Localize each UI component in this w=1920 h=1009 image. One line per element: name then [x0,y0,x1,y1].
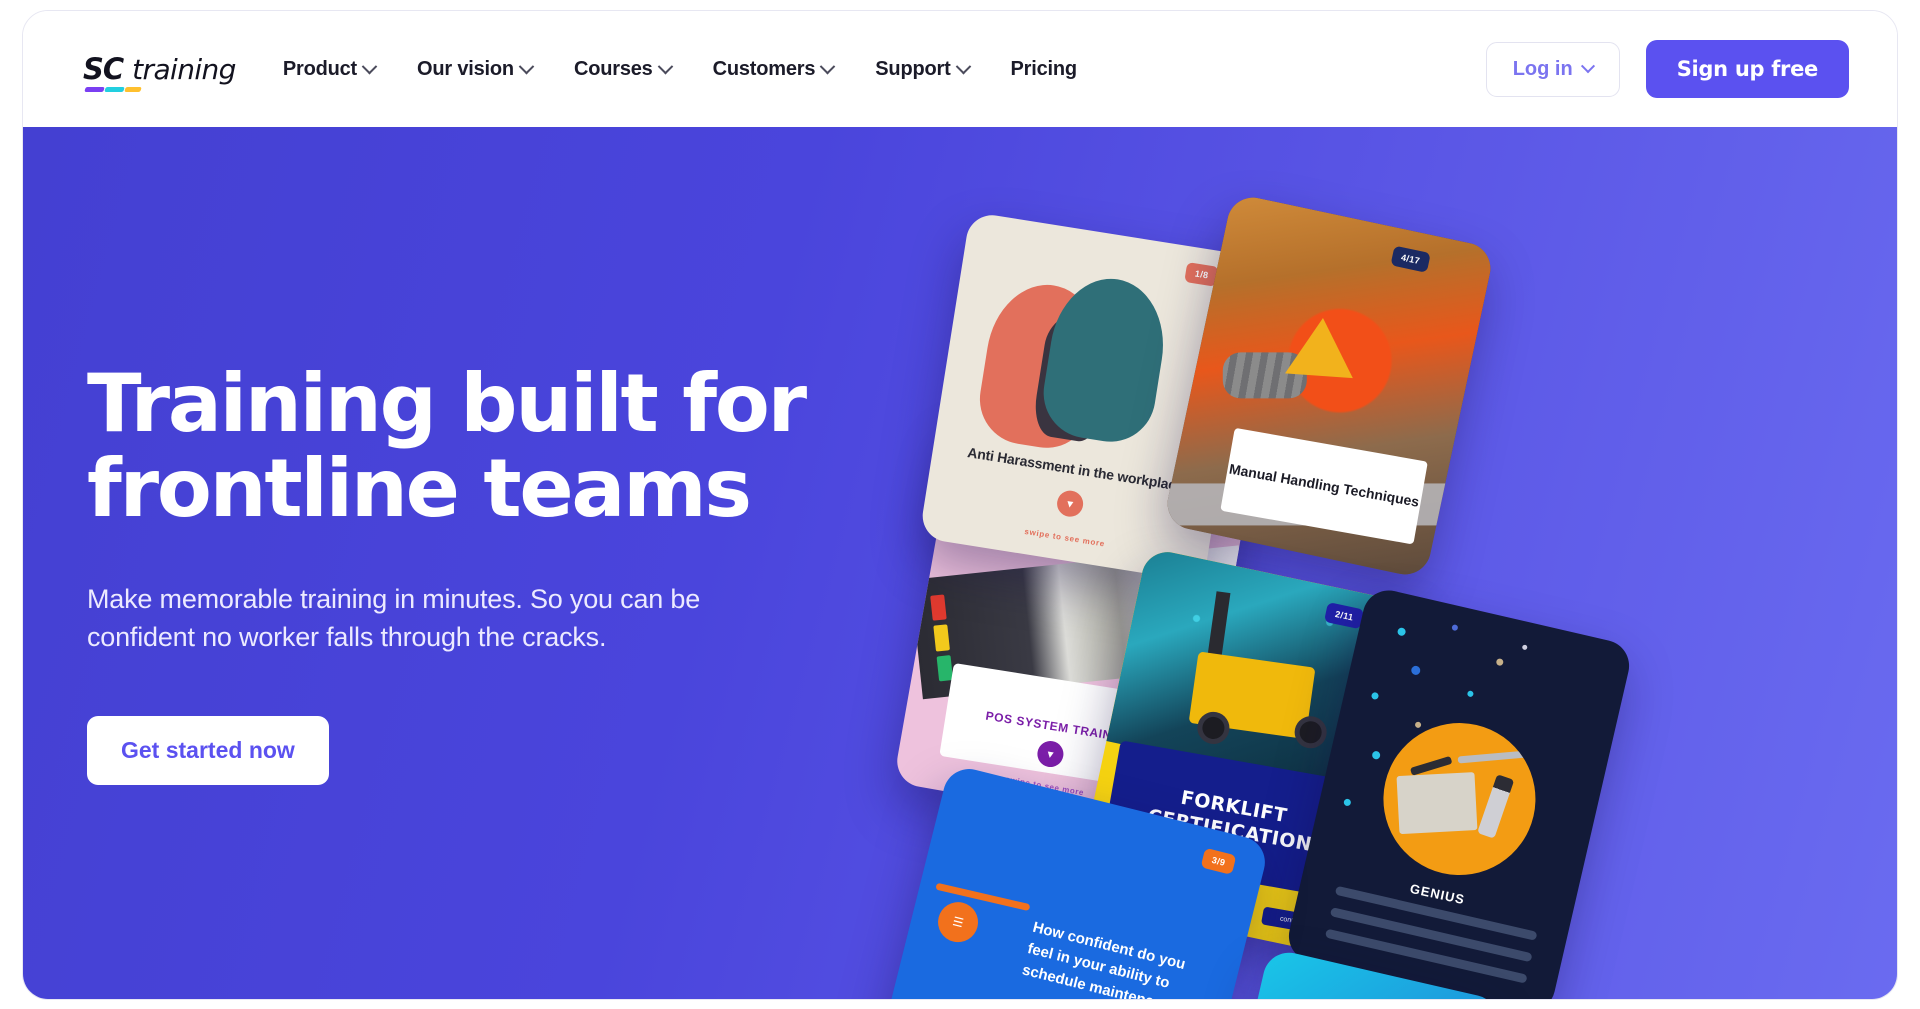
chevron-down-icon[interactable]: ▾ [1055,488,1085,519]
nav-item-product[interactable]: Product [262,48,396,91]
nav-item-support[interactable]: Support [854,48,989,91]
nav-label: Product [282,57,358,80]
header-actions: Log in Sign up free [1485,40,1849,98]
card-title: Manual Handling Techniques [1227,460,1421,510]
hero-section: Training built for frontline teams Make … [23,127,1897,999]
chevron-down-icon [361,58,378,74]
nav-item-courses[interactable]: Courses [553,48,692,91]
chevron-down-icon [820,58,836,74]
login-button[interactable]: Log in [1485,41,1620,97]
login-label: Log in [1512,57,1573,80]
signup-button[interactable]: Sign up free [1645,40,1849,98]
logo[interactable]: SC training [83,51,236,92]
hero-title-line-1: Training built for [87,357,807,450]
paper-icon [1396,772,1478,835]
logo-underline-icon [84,86,142,92]
nav-item-customers[interactable]: Customers [692,48,855,91]
tube-icon [1477,774,1515,839]
nav-label: Customers [712,57,816,80]
chevron-down-icon [955,58,971,74]
quiz-question: How confident do you feel in your abilit… [1020,918,1190,999]
hero-copy: Training built for frontline teams Make … [87,361,867,786]
hero-title-line-2: frontline teams [87,441,752,535]
hazard-triangle-icon [1284,315,1357,379]
get-started-button[interactable]: Get started now [87,716,329,786]
nav-label: Our vision [417,57,514,80]
logo-sc-mark: SC [83,51,124,86]
wrench-icon [1457,750,1528,764]
page-title: Training built for frontline teams [87,361,867,535]
hero-subtitle: Make memorable training in minutes. So y… [87,583,701,652]
main-navigation: Product Our vision Courses Customers Sup… [262,48,1098,91]
card-progress-badge: 3/9 [1200,847,1237,875]
logo-wordmark: training [132,52,236,86]
two-heads-illustration [973,261,1214,467]
browser-page: SC training Product Our vision Courses C… [22,10,1898,1000]
chevron-down-icon [657,58,673,74]
chevron-down-icon [518,58,535,74]
nav-item-our-vision[interactable]: Our vision [396,48,553,91]
chevron-down-icon [1580,59,1595,74]
site-header: SC training Product Our vision Courses C… [23,11,1897,127]
pos-keys-icon [930,594,954,682]
nav-label: Courses [573,57,653,80]
nav-label: Support [875,57,951,80]
course-card-collage: 1/12 POS SYSTEM TRAINING ▾ swipe to see … [877,127,1897,999]
nav-label: Pricing [1010,57,1078,80]
nav-item-pricing[interactable]: Pricing [990,48,1098,91]
quiz-icon: ☰ [933,897,983,947]
